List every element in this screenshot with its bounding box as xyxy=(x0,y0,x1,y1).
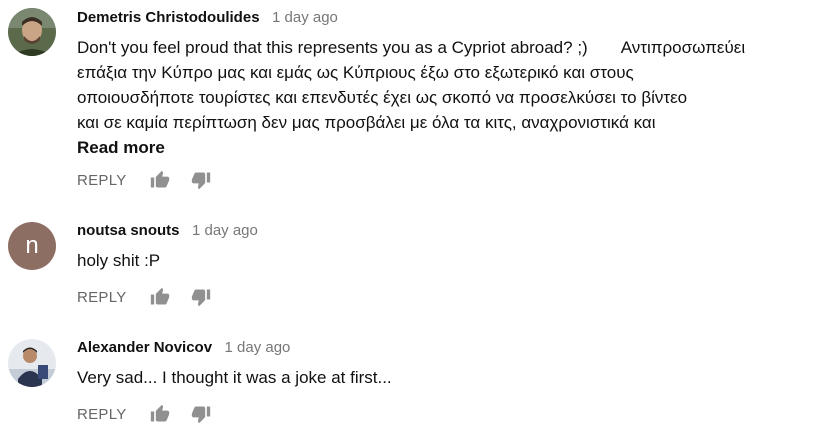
comment-text: Very sad... I thought it was a joke at f… xyxy=(77,365,777,390)
comment-text: Don't you feel proud that this represent… xyxy=(77,35,777,160)
comment-timestamp[interactable]: 1 day ago xyxy=(192,222,258,239)
comment-item: n noutsa snouts 1 day ago holy shit :P R… xyxy=(0,215,816,315)
reply-button[interactable]: REPLY xyxy=(77,289,127,306)
thumbs-up-icon xyxy=(150,170,169,188)
comment-text: holy shit :P xyxy=(77,248,777,273)
thumbs-down-icon xyxy=(191,406,210,424)
comment-author[interactable]: Alexander Novicov xyxy=(77,339,212,356)
thumbs-up-icon xyxy=(150,287,169,305)
reply-button[interactable]: REPLY xyxy=(77,172,127,189)
comment-text-line: Don't you feel proud that this represent… xyxy=(77,38,746,57)
comment-author[interactable]: noutsa snouts xyxy=(77,222,180,239)
like-button[interactable] xyxy=(148,285,172,309)
like-button[interactable] xyxy=(148,168,172,192)
thumbs-up-icon xyxy=(150,404,169,422)
comment-text-line: επάξια την Κύπρο μας και εμάς ως Κύπριου… xyxy=(77,63,634,82)
avatar[interactable] xyxy=(8,339,56,387)
comment-text-line: και σε καμία περίπτωση δεν μας προσβάλει… xyxy=(77,113,656,132)
dislike-button[interactable] xyxy=(189,402,213,426)
read-more-link[interactable]: Read more xyxy=(77,135,777,160)
comment-author[interactable]: Demetris Christodoulides xyxy=(77,9,260,26)
comment-text-line: οποιουσδήποτε τουρίστες και επενδυτές έχ… xyxy=(77,88,688,107)
comment-text-line: Very sad... I thought it was a joke at f… xyxy=(77,368,392,387)
comment-item: Demetris Christodoulides 1 day ago Don't… xyxy=(0,0,816,200)
reply-button[interactable]: REPLY xyxy=(77,406,127,423)
comment-item: Alexander Novicov 1 day ago Very sad... … xyxy=(0,332,816,435)
dislike-button[interactable] xyxy=(189,285,213,309)
comment-timestamp[interactable]: 1 day ago xyxy=(225,339,291,356)
thumbs-down-icon xyxy=(191,289,210,307)
like-button[interactable] xyxy=(148,402,172,426)
thumbs-down-icon xyxy=(191,172,210,190)
avatar[interactable] xyxy=(8,8,56,56)
comment-text-line: holy shit :P xyxy=(77,251,161,270)
dislike-button[interactable] xyxy=(189,168,213,192)
avatar[interactable]: n xyxy=(8,222,56,270)
comment-timestamp[interactable]: 1 day ago xyxy=(272,9,338,26)
